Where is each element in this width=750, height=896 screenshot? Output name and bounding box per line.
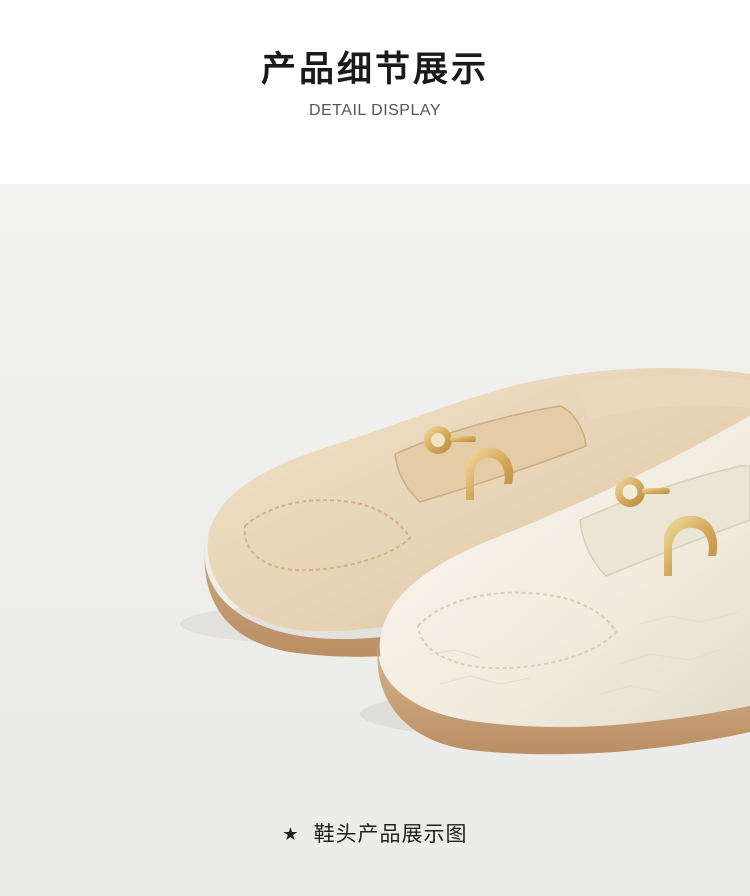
product-detail-page: 产品细节展示 DETAIL DISPLAY ★ 鞋头产品展示图 (0, 0, 750, 896)
section-title: 产品细节展示 (260, 50, 489, 90)
loafers-illustration (0, 184, 750, 896)
star-icon: ★ (282, 824, 300, 845)
photo-caption: ★ 鞋头产品展示图 (0, 820, 750, 849)
product-photo (0, 184, 750, 896)
caption-text: 鞋头产品展示图 (313, 822, 468, 846)
section-header: 产品细节展示 DETAIL DISPLAY (0, 0, 750, 184)
section-subtitle: DETAIL DISPLAY (308, 102, 442, 119)
